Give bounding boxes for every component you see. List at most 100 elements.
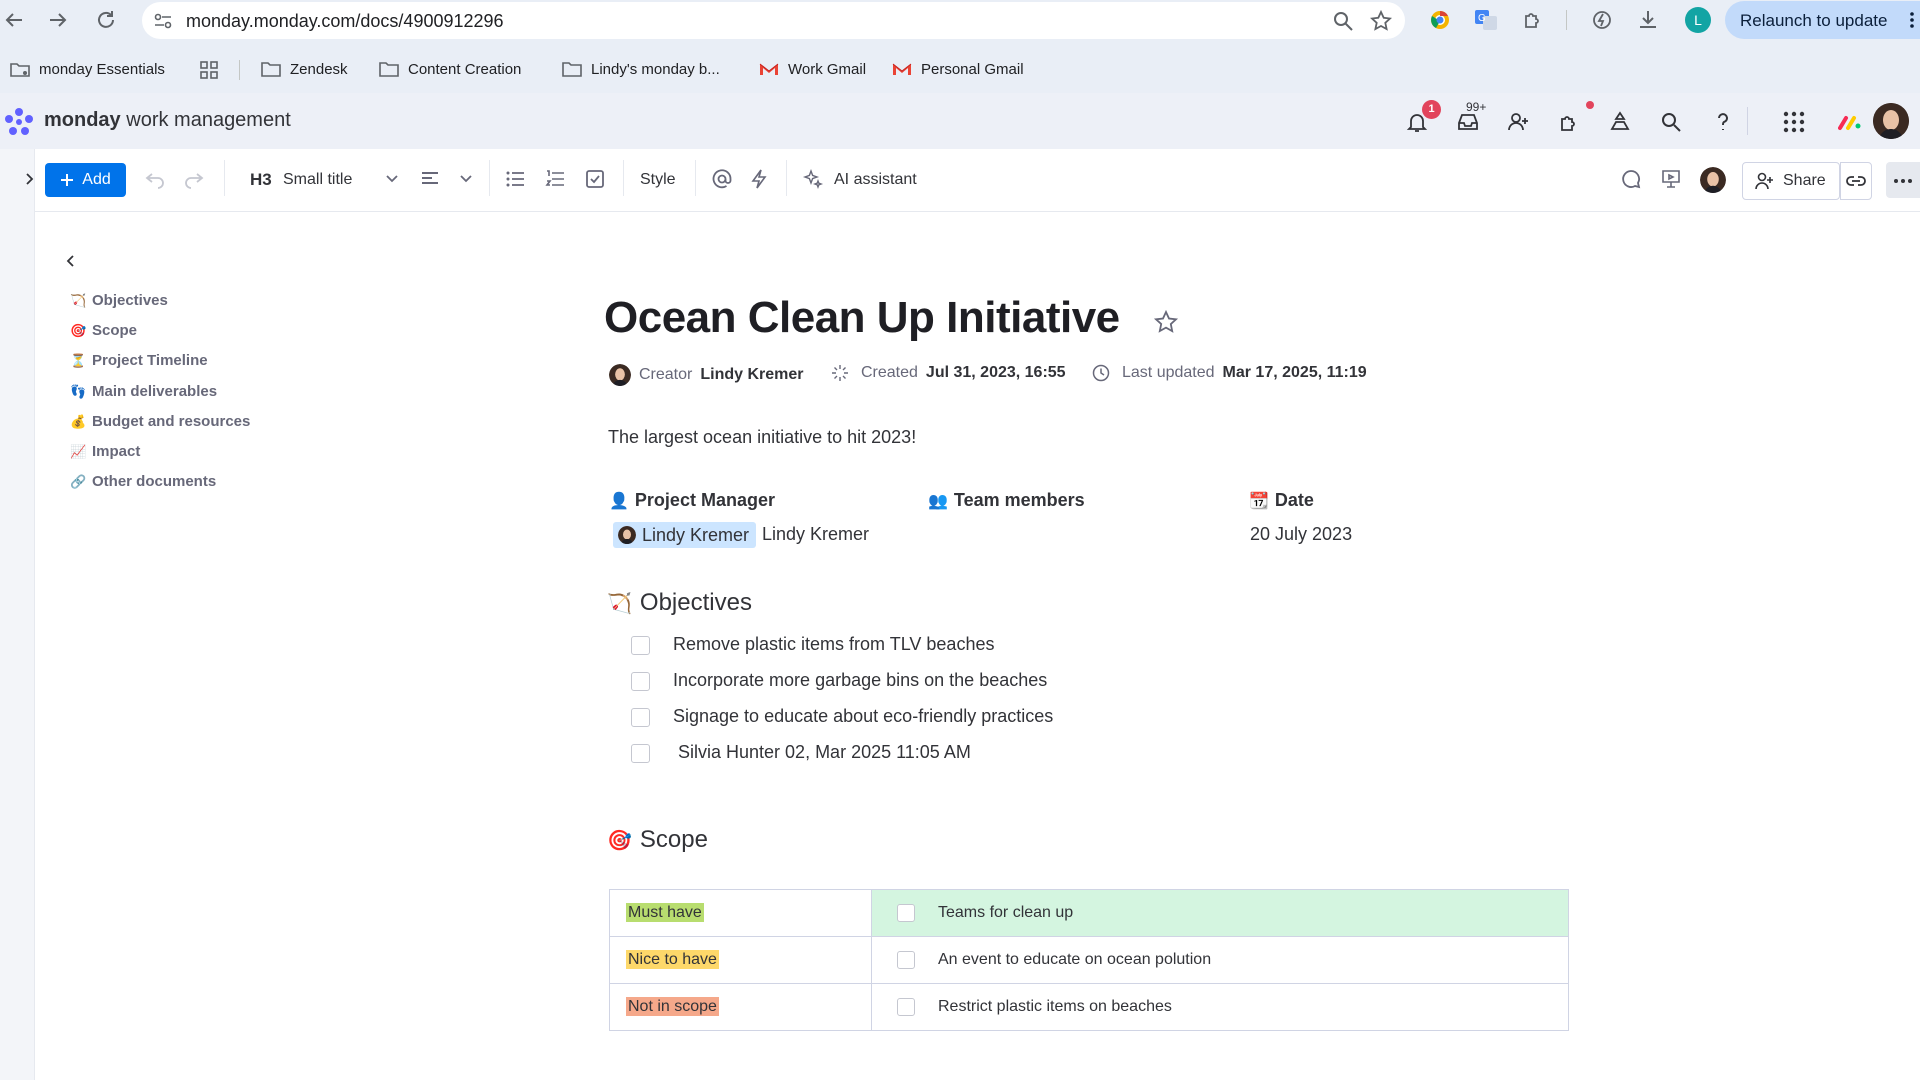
scope-checkbox[interactable] (897, 951, 915, 969)
redo-icon[interactable] (183, 168, 205, 190)
svg-text:G: G (1478, 13, 1486, 24)
objective-checkbox[interactable] (631, 744, 650, 763)
objective-item[interactable]: Signage to educate about eco-friendly pr… (673, 706, 1053, 727)
objective-checkbox[interactable] (631, 672, 650, 691)
app-header: monday work management 1 99+ (0, 93, 1920, 149)
more-options-button[interactable] (1886, 162, 1920, 198)
scope-checkbox[interactable] (897, 998, 915, 1016)
bookmark-personal-gmail[interactable]: Personal Gmail (892, 57, 1024, 81)
copy-link-button[interactable] (1840, 162, 1872, 200)
ai-sparkle-icon[interactable] (802, 168, 824, 190)
mention-icon[interactable] (711, 168, 733, 190)
scope-key-cell[interactable]: Not in scope (609, 983, 872, 1031)
expand-chevron-icon[interactable] (24, 172, 36, 186)
outline-item-main-deliverables[interactable]: 👣 Main deliverables (70, 383, 217, 400)
invite-member-icon[interactable] (1506, 110, 1530, 134)
collapse-outline-icon[interactable] (63, 253, 79, 269)
translate-extension-icon[interactable]: G (1474, 8, 1498, 32)
chrome-extension-icon[interactable] (1428, 8, 1452, 32)
automation-bolt-icon[interactable] (748, 168, 770, 190)
monday-colors-icon[interactable] (1838, 111, 1862, 131)
outline-item-project-timeline[interactable]: ⏳ Project Timeline (70, 352, 208, 369)
bookmark-divider (239, 60, 240, 80)
site-settings-icon[interactable] (152, 10, 174, 32)
outline-label: Budget and resources (92, 413, 251, 430)
heading-style-select[interactable]: Small title (283, 171, 352, 189)
bookmark-work-gmail[interactable]: Work Gmail (759, 57, 866, 81)
search-icon[interactable] (1659, 110, 1683, 134)
performance-icon[interactable] (1590, 8, 1614, 32)
scope-checkbox[interactable] (897, 904, 915, 922)
align-chevron-down-icon[interactable] (455, 168, 477, 190)
bookmark-lindys-monday[interactable]: Lindy's monday b... (562, 57, 720, 81)
mention-avatar (618, 526, 636, 544)
checklist-icon[interactable] (584, 168, 606, 190)
monday-logo-icon[interactable] (4, 107, 34, 137)
align-left-icon[interactable] (419, 168, 441, 190)
outline-item-other-documents[interactable]: 🔗 Other documents (70, 473, 216, 490)
more-dots-icon (1892, 174, 1914, 188)
address-bar[interactable]: monday.monday.com/docs/4900912296 (142, 2, 1405, 39)
created-label: Created (861, 364, 918, 381)
download-icon[interactable] (1636, 8, 1660, 32)
apps-grid-icon[interactable] (1782, 110, 1806, 134)
style-button[interactable]: Style (640, 171, 676, 189)
comment-icon[interactable] (1620, 168, 1642, 190)
relaunch-button[interactable]: Relaunch to update (1725, 1, 1920, 39)
share-button[interactable]: Share (1742, 162, 1840, 200)
folder-icon (379, 62, 399, 77)
browser-chrome: monday.monday.com/docs/4900912296 G L Re… (0, 0, 1920, 93)
scope-value-cell[interactable]: Restrict plastic items on beaches (871, 983, 1569, 1031)
undo-icon[interactable] (144, 168, 166, 190)
scope-value-cell[interactable]: An event to educate on ocean polution (871, 936, 1569, 984)
person-mention-chip[interactable]: Lindy Kremer (613, 522, 757, 548)
objective-item[interactable]: Remove plastic items from TLV beaches (673, 634, 994, 655)
scope-heading[interactable]: 🎯 Scope (607, 826, 708, 854)
zoom-icon[interactable] (1332, 10, 1354, 32)
marketplace-icon[interactable] (1608, 110, 1632, 134)
collaborator-avatar[interactable] (1700, 167, 1726, 193)
integrations-icon[interactable] (1557, 110, 1581, 134)
bookmark-zendesk[interactable]: Zendesk (261, 57, 348, 81)
outline-item-impact[interactable]: 📈 Impact (70, 443, 140, 460)
bookmark-monday-essentials[interactable]: monday Essentials (10, 57, 165, 81)
scope-key-cell[interactable]: Nice to have (609, 936, 872, 984)
outline-item-budget[interactable]: 💰 Budget and resources (70, 413, 250, 430)
bookmark-star-icon[interactable] (1370, 10, 1392, 32)
ai-assistant-button[interactable]: AI assistant (834, 171, 917, 189)
help-icon[interactable] (1711, 110, 1735, 134)
objective-item[interactable]: Silvia Hunter 02, Mar 2025 11:05 AM (673, 742, 971, 763)
user-avatar[interactable] (1873, 103, 1909, 139)
chevron-down-icon[interactable] (381, 168, 403, 190)
objectives-heading[interactable]: 🏹 Objectives (607, 589, 752, 617)
date-value[interactable]: 20 July 2023 (1250, 524, 1352, 545)
scope-value-cell[interactable]: Teams for clean up (871, 889, 1569, 937)
plus-icon (61, 174, 74, 186)
forward-arrow-icon[interactable] (46, 8, 70, 32)
scope-key-cell[interactable]: Must have (609, 889, 872, 937)
add-button[interactable]: Add (45, 163, 126, 197)
doc-title[interactable]: Ocean Clean Up Initiative (604, 293, 1120, 343)
objective-checkbox[interactable] (631, 636, 650, 655)
apps-grid-icon[interactable] (200, 61, 218, 79)
header-divider (1747, 107, 1748, 135)
objective-checkbox[interactable] (631, 708, 650, 727)
kebab-menu-icon[interactable] (1909, 11, 1915, 29)
presentation-icon[interactable] (1660, 168, 1682, 190)
bulleted-list-icon[interactable] (504, 168, 526, 190)
profile-avatar[interactable]: L (1685, 7, 1711, 33)
project-manager-text[interactable]: Lindy Kremer (762, 524, 869, 545)
folder-icon (261, 62, 281, 77)
share-label: Share (1783, 172, 1826, 189)
bookmark-content-creation[interactable]: Content Creation (379, 57, 521, 81)
extensions-puzzle-icon[interactable] (1521, 8, 1545, 32)
outline-item-scope[interactable]: 🎯 Scope (70, 322, 137, 339)
favorite-star-icon[interactable] (1153, 309, 1179, 335)
objective-item[interactable]: Incorporate more garbage bins on the bea… (673, 670, 1047, 691)
doc-description[interactable]: The largest ocean initiative to hit 2023… (608, 427, 916, 448)
column-team-members: 👥 Team members (928, 490, 1085, 511)
back-arrow-icon[interactable] (2, 8, 26, 32)
outline-item-objectives[interactable]: 🏹 Objectives (70, 292, 168, 309)
numbered-list-icon[interactable] (544, 168, 566, 190)
reload-icon[interactable] (94, 8, 118, 32)
